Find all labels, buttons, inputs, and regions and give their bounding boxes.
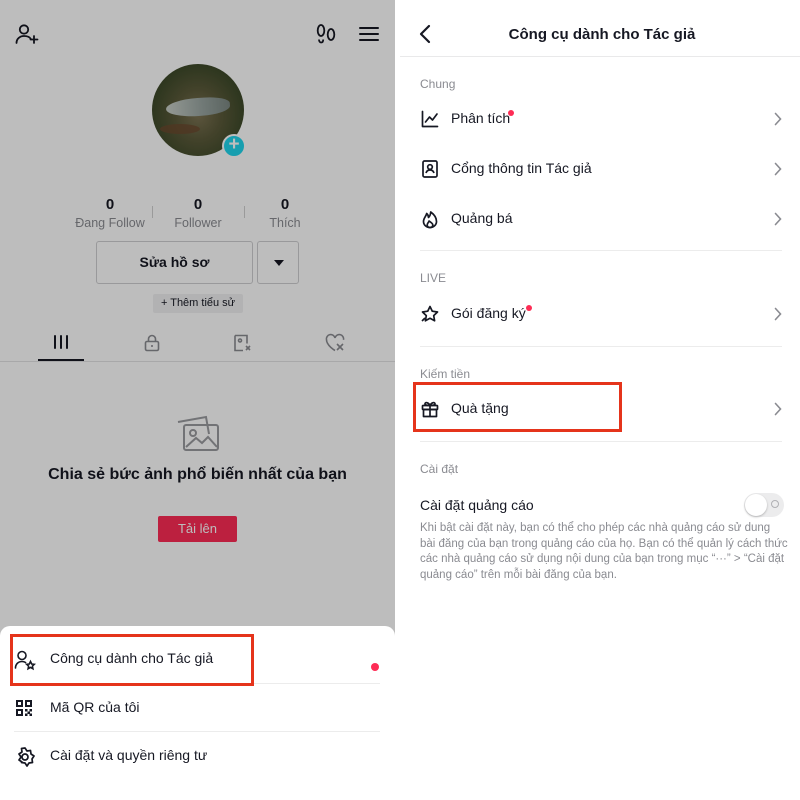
chevron-right-icon [774,112,782,131]
portal-icon [420,159,440,184]
sheet-item-label: Cài đặt và quyền riêng tư [50,747,208,763]
chevron-right-icon [774,307,782,326]
sheet-item-qr-code[interactable]: Mã QR của tôi [0,684,395,732]
section-divider [420,441,782,442]
flame-icon [420,209,440,234]
chevron-right-icon [774,402,782,421]
creator-tools-screen: Công cụ dành cho Tác giả Chung Phân tích… [400,0,800,800]
highlight-creator-tools [10,634,254,686]
menu-item-label: Gói đăng ký [451,305,526,321]
toggle-knob [745,494,767,516]
menu-item-label: Quảng bá [451,210,513,226]
settings-gear-icon [14,746,36,773]
section-label-monetization: Kiếm tiền [420,367,471,381]
section-label-general: Chung [420,77,456,91]
menu-item-promote[interactable]: Quảng bá [400,197,800,241]
header-divider [400,56,800,57]
section-divider [420,346,782,347]
section-divider [420,250,782,251]
page-title: Công cụ dành cho Tác giả [508,26,696,43]
ads-setting-toggle[interactable] [744,493,784,517]
toggle-off-indicator-icon [771,500,779,508]
notification-dot [526,305,532,311]
section-label-live: LIVE [420,271,447,285]
menu-item-subscription[interactable]: Gói đăng ký [400,292,800,336]
subscription-star-icon [420,304,440,329]
menu-item-analytics[interactable]: Phân tích [400,97,800,141]
notification-dot [508,110,514,116]
qr-code-icon [14,698,34,723]
ads-setting-description: Khi bật cài đặt này, bạn có thể cho phép… [420,522,788,581]
sheet-item-label: Mã QR của tôi [50,699,140,715]
sheet-item-settings[interactable]: Cài đặt và quyền riêng tư [0,732,395,780]
chevron-right-icon [774,212,782,231]
menu-item-label: Cổng thông tin Tác giả [451,160,592,176]
menu-item-label: Phân tích [451,110,511,126]
menu-item-creator-portal[interactable]: Cổng thông tin Tác giả [400,147,800,191]
analytics-icon [420,109,440,134]
profile-screen: + 0 Đang Follow 0 Follower 0 Thích Sửa h… [0,0,395,800]
highlight-gifts [413,382,622,432]
ads-setting-label: Cài đặt quảng cáo [420,497,534,513]
chevron-right-icon [774,162,782,181]
notification-dot [371,663,379,671]
section-label-settings: Cài đặt [420,462,459,476]
